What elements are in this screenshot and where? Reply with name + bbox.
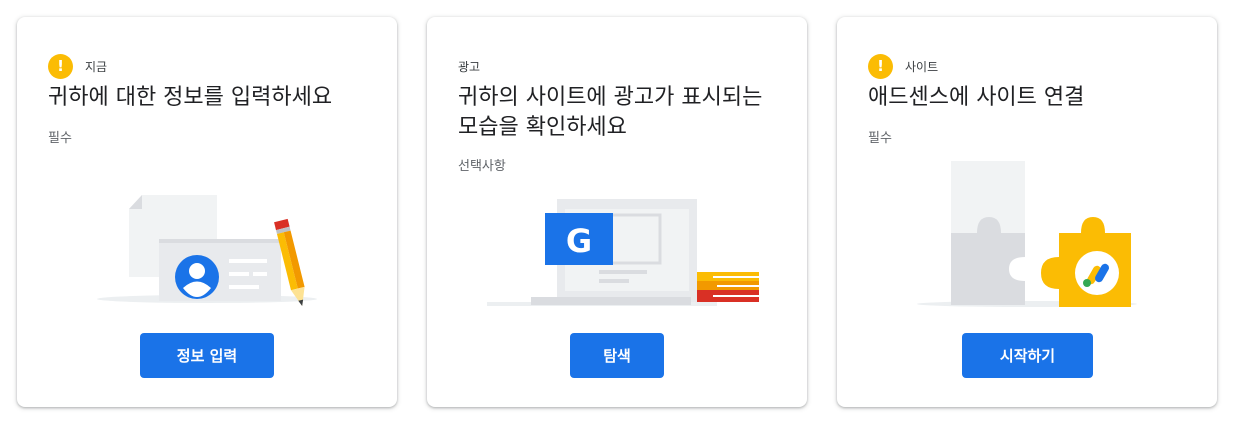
card-title: 애드센스에 사이트 연결 bbox=[868, 85, 1085, 110]
explore-button[interactable]: 탐색 bbox=[570, 333, 664, 378]
enter-info-button[interactable]: 정보 입력 bbox=[140, 333, 274, 378]
warning-icon: ! bbox=[868, 53, 893, 79]
ad-preview-illustration: G bbox=[487, 199, 759, 306]
card-requirement: 필수 bbox=[48, 131, 72, 146]
eyebrow-label: 지금 bbox=[85, 59, 108, 74]
setup-card-site: ! 사이트 애드센스에 사이트 연결 필수 시작하기 bbox=[837, 17, 1217, 407]
warning-icon: ! bbox=[48, 53, 73, 79]
get-started-button[interactable]: 시작하기 bbox=[962, 333, 1093, 378]
card-title: 귀하에 대한 정보를 입력하세요 bbox=[48, 85, 333, 110]
card-eyebrow: ! 지금 bbox=[48, 53, 107, 79]
card-requirement: 필수 bbox=[868, 131, 892, 146]
eyebrow-label: 사이트 bbox=[905, 59, 939, 74]
puzzle-connect-illustration bbox=[917, 161, 1137, 307]
profile-card-illustration bbox=[97, 195, 317, 306]
card-title: 귀하의 사이트에 광고가 표시되는 모습을 확인하세요 bbox=[458, 85, 763, 140]
card-eyebrow: ! 사이트 bbox=[868, 53, 938, 79]
eyebrow-label: 광고 bbox=[458, 59, 481, 74]
card-eyebrow: 광고 bbox=[458, 53, 480, 79]
google-g-icon: G bbox=[566, 222, 592, 260]
setup-card-ads: 광고 귀하의 사이트에 광고가 표시되는 모습을 확인하세요 선택사항 G 탐색 bbox=[427, 17, 807, 407]
setup-card-info: ! 지금 귀하에 대한 정보를 입력하세요 필수 정보 입력 bbox=[17, 17, 397, 407]
